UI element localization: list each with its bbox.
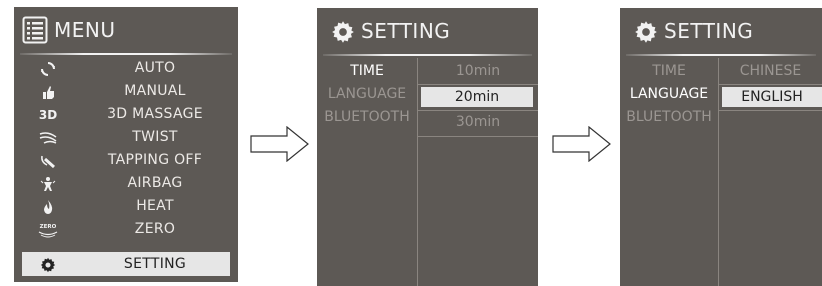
setting-category-list: TIME LANGUAGE BLUETOOTH <box>317 58 417 286</box>
menu-item-twist[interactable]: TWIST <box>22 126 230 149</box>
category-time[interactable]: TIME <box>620 63 718 79</box>
menu-item-manual[interactable]: MANUAL <box>22 80 230 103</box>
menu-item-setting[interactable]: SETTING <box>22 252 230 276</box>
gear-icon <box>332 21 354 43</box>
category-time[interactable]: TIME <box>317 63 417 79</box>
menu-item-tapping-off[interactable]: TAPPING OFF <box>22 149 230 172</box>
gear-icon <box>635 21 657 43</box>
3d-icon: 3D <box>38 107 58 122</box>
heat-icon <box>36 197 60 216</box>
menu-item-label: TWIST <box>132 129 178 145</box>
language-option-english[interactable]: ENGLISH <box>722 87 822 107</box>
menu-item-label: AUTO <box>134 60 176 76</box>
menu-item-label: TAPPING OFF <box>107 152 203 168</box>
menu-header: MENU <box>14 7 238 55</box>
menu-item-airbag[interactable]: AIRBAG <box>22 172 230 195</box>
category-bluetooth[interactable]: BLUETOOTH <box>620 109 718 125</box>
arrow-right-icon <box>250 126 309 162</box>
menu-item-heat[interactable]: HEAT <box>22 195 230 218</box>
auto-cycle-icon <box>36 59 60 78</box>
menu-item-label: MANUAL <box>124 83 186 99</box>
category-language[interactable]: LANGUAGE <box>317 86 417 102</box>
setting-time-screen: SETTING TIME LANGUAGE BLUETOOTH 10min 20… <box>317 8 538 286</box>
zero-icon-text: ZERO <box>40 224 57 230</box>
language-option-chinese[interactable]: CHINESE <box>719 63 822 83</box>
menu-item-zero[interactable]: ZERO ZERO <box>22 218 230 241</box>
menu-item-label: 3D MASSAGE <box>107 106 203 122</box>
arrow-right-icon <box>552 126 611 162</box>
column-divider <box>417 58 418 286</box>
option-separator <box>719 84 822 85</box>
twist-icon <box>36 128 60 147</box>
time-option-20min[interactable]: 20min <box>421 87 533 107</box>
setting-title: SETTING <box>664 19 754 43</box>
time-option-30min[interactable]: 30min <box>418 114 538 134</box>
header-divider <box>20 53 232 55</box>
hand-icon <box>36 82 60 101</box>
header-divider <box>626 54 816 56</box>
category-language[interactable]: LANGUAGE <box>620 86 718 102</box>
setting-title: SETTING <box>361 19 451 43</box>
header-divider <box>323 54 532 56</box>
setting-category-list: TIME LANGUAGE BLUETOOTH <box>620 58 718 286</box>
menu-item-label: AIRBAG <box>127 175 183 191</box>
menu-item-label: ZERO <box>134 221 176 237</box>
gear-icon <box>36 255 60 274</box>
option-separator <box>418 136 538 137</box>
menu-screen: MENU AUTO MANUAL 3D 3D MASSAGE TWIST TAP… <box>14 7 238 282</box>
zero-gravity-icon: ZERO <box>36 220 60 239</box>
column-divider <box>718 58 719 286</box>
option-separator <box>418 84 538 85</box>
menu-item-label: SETTING <box>123 256 187 272</box>
menu-list-icon <box>22 16 48 44</box>
category-bluetooth[interactable]: BLUETOOTH <box>317 109 417 125</box>
setting-language-screen: SETTING TIME LANGUAGE BLUETOOTH CHINESE … <box>620 8 822 286</box>
setting-header: SETTING <box>620 8 822 56</box>
tapping-icon <box>36 151 60 170</box>
setting-header: SETTING <box>317 8 538 56</box>
airbag-icon <box>36 174 60 193</box>
menu-item-label: HEAT <box>136 198 174 214</box>
time-option-10min[interactable]: 10min <box>418 63 538 83</box>
menu-item-auto[interactable]: AUTO <box>22 57 230 80</box>
menu-title: MENU <box>54 18 116 42</box>
option-separator <box>719 110 822 111</box>
option-separator <box>418 110 538 111</box>
menu-item-3d-massage[interactable]: 3D 3D MASSAGE <box>22 103 230 126</box>
